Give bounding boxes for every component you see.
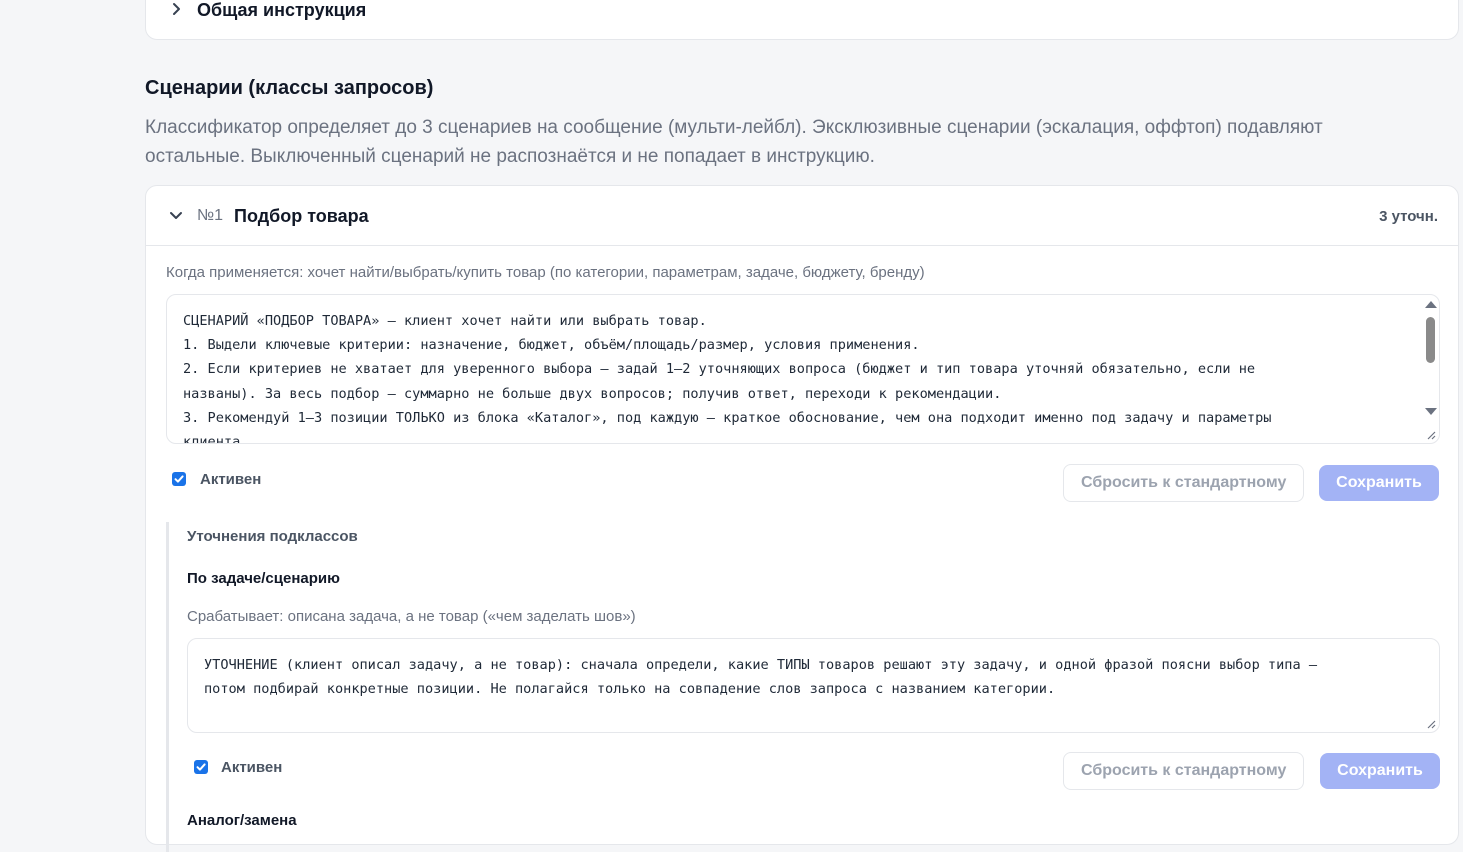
resize-handle-icon[interactable]: [1426, 430, 1436, 440]
subclass-prompt-textarea[interactable]: УТОЧНЕНИЕ (клиент описал задачу, а не то…: [187, 638, 1440, 733]
scenario-prompt-textarea[interactable]: СЦЕНАРИЙ «ПОДБОР ТОВАРА» — клиент хочет …: [166, 294, 1440, 444]
subclass-save-button[interactable]: Сохранить: [1320, 753, 1440, 789]
scrollbar-thumb[interactable]: [1426, 317, 1435, 363]
subclass-active-label: Активен: [221, 759, 283, 776]
subclass-name: По задаче/сценарию: [187, 570, 340, 587]
scenario-prompt-text: СЦЕНАРИЙ «ПОДБОР ТОВАРА» — клиент хочет …: [183, 313, 1272, 444]
chevron-right-icon: [173, 3, 180, 15]
resize-handle-icon[interactable]: [1426, 719, 1436, 729]
scenario-active-checkbox[interactable]: [172, 472, 186, 486]
subclass-name: Аналог/замена: [187, 812, 297, 829]
subclass-active-checkbox[interactable]: [194, 760, 208, 774]
section-title: Сценарии (классы запросов): [145, 77, 434, 99]
section-description: Классификатор определяет до 3 сценариев …: [145, 117, 1323, 167]
chevron-down-icon: [170, 212, 182, 219]
refinements-count: 3 уточн.: [1379, 208, 1438, 225]
subclasses-title: Уточнения подклассов: [187, 528, 358, 545]
subclass-trigger: Срабатывает: описана задача, а не товар …: [187, 608, 636, 625]
save-button[interactable]: Сохранить: [1319, 465, 1439, 501]
subclass-refinements: Уточнения подклассов По задаче/сценарию …: [166, 522, 1443, 852]
textarea-scrollbar[interactable]: [1421, 295, 1439, 423]
scenario-when-applies: Когда применяется: хочет найти/выбрать/к…: [166, 264, 925, 281]
checkmark-icon: [174, 475, 184, 483]
scenario-name: Подбор товара: [234, 206, 369, 226]
scroll-up-arrow-icon[interactable]: [1425, 301, 1437, 308]
subclass-prompt-text: УТОЧНЕНИЕ (клиент описал задачу, а не то…: [204, 657, 1318, 698]
general-instruction-card[interactable]: Общая инструкция: [145, 0, 1459, 40]
checkmark-icon: [196, 763, 206, 771]
reset-to-default-button[interactable]: Сбросить к стандартному: [1063, 464, 1305, 502]
general-instruction-title: Общая инструкция: [197, 0, 367, 20]
scenario-number: №1: [197, 207, 224, 224]
scenario-active-label: Активен: [200, 471, 262, 488]
subclass-reset-button[interactable]: Сбросить к стандартному: [1063, 752, 1305, 790]
scenario-header[interactable]: №1 Подбор товара 3 уточн.: [146, 186, 1458, 246]
scroll-down-arrow-icon[interactable]: [1425, 408, 1437, 415]
scenario-card: №1 Подбор товара 3 уточн. Когда применяе…: [145, 185, 1459, 852]
